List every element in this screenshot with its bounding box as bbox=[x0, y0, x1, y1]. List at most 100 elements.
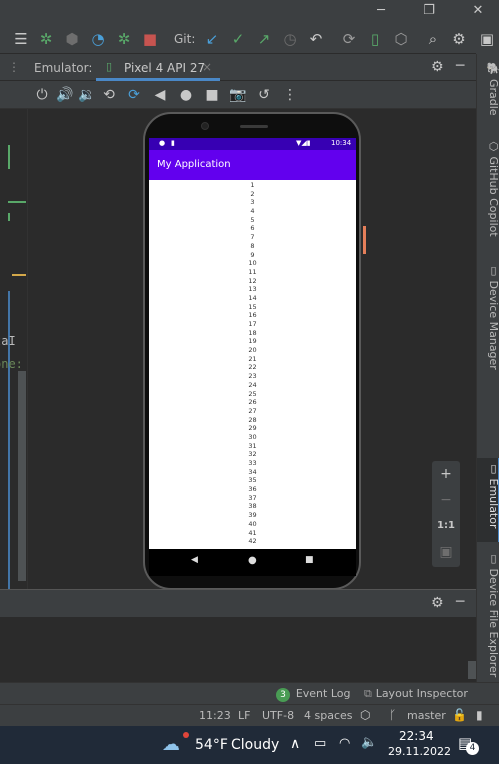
line-separator[interactable]: LF bbox=[238, 709, 250, 722]
sd-card-icon: ▮ bbox=[171, 139, 175, 147]
structure-icon[interactable]: ☰ bbox=[10, 28, 32, 50]
settings-icon[interactable]: ⚙ bbox=[448, 28, 470, 50]
tab-device-manager[interactable]: ▯ Device Manager bbox=[477, 260, 499, 370]
list-item: 13 bbox=[248, 285, 257, 294]
search-icon[interactable]: ⌕ bbox=[422, 28, 444, 50]
list-item: 7 bbox=[250, 233, 255, 242]
rotate-right-icon[interactable]: ⟳ bbox=[124, 85, 144, 105]
tab-emulator[interactable]: ▯ Emulator bbox=[477, 458, 499, 542]
list-item: 26 bbox=[248, 398, 257, 407]
nav-back-icon[interactable]: ◀ bbox=[191, 555, 198, 565]
list-item: 15 bbox=[248, 302, 257, 311]
zoom-1-1-button[interactable]: 1:1 bbox=[432, 513, 460, 539]
nav-recents-icon[interactable]: ■ bbox=[305, 555, 314, 565]
clock-date[interactable]: 29.11.2022 bbox=[388, 745, 451, 758]
overview-icon[interactable]: ■ bbox=[202, 85, 222, 105]
more-icon[interactable]: ⋮ bbox=[280, 85, 300, 105]
scrollbar[interactable] bbox=[468, 661, 476, 679]
list-item: 42 bbox=[248, 537, 257, 546]
rotate-left-icon[interactable]: ⟲ bbox=[99, 85, 119, 105]
git-branch[interactable]: master bbox=[407, 709, 446, 722]
lock-icon[interactable]: 🔓 bbox=[452, 708, 467, 722]
android-status-bar: ● ▮ ▼◢▮ 10:34 bbox=[149, 138, 356, 150]
memory-indicator-icon[interactable]: ▮ bbox=[476, 708, 483, 722]
git-push-icon[interactable]: ↗ bbox=[253, 28, 275, 50]
hide-panel-icon[interactable]: ─ bbox=[456, 594, 464, 610]
nav-home-icon[interactable]: ● bbox=[248, 555, 257, 566]
home-icon[interactable]: ● bbox=[176, 85, 196, 105]
list-item: 11 bbox=[248, 267, 257, 276]
tab-device-file-explorer[interactable]: ▯ Device File Explorer bbox=[477, 548, 499, 678]
tab-github-copilot[interactable]: ⬡ GitHub Copilot bbox=[477, 136, 499, 254]
windows-taskbar: ☁ 54°F Cloudy ∧ ▭ ◠ 🔈 22:34 29.11.2022 ▤… bbox=[0, 726, 499, 764]
notification-center-icon[interactable]: ▤ 4 bbox=[458, 734, 479, 755]
snapshot-icon[interactable]: ↺ bbox=[254, 85, 274, 105]
git-history-icon[interactable]: ◷ bbox=[279, 28, 301, 50]
power-button bbox=[363, 226, 366, 254]
sync-gradle-icon[interactable]: ⟳ bbox=[338, 28, 360, 50]
tool-window-bar: 3 Event Log ⧉ Layout Inspector bbox=[0, 682, 499, 704]
drag-handle-icon[interactable]: ⋮ bbox=[8, 60, 20, 74]
hide-panel-icon[interactable]: ─ bbox=[456, 58, 464, 74]
gear-icon[interactable]: ⚙ bbox=[431, 59, 444, 75]
list-item: 36 bbox=[248, 485, 257, 494]
code-fragment: one: bbox=[0, 357, 23, 371]
list-item: 32 bbox=[248, 450, 257, 459]
back-icon[interactable]: ◀ bbox=[150, 85, 170, 105]
apply-changes-icon[interactable]: ✲ bbox=[113, 28, 135, 50]
weather-desc[interactable]: Cloudy bbox=[231, 737, 279, 753]
list-item: 3 bbox=[250, 198, 255, 207]
avatar-icon[interactable]: ▣ bbox=[476, 28, 498, 50]
layout-inspector-button[interactable]: ⧉ Layout Inspector bbox=[364, 686, 468, 701]
list-item: 30 bbox=[248, 432, 257, 441]
list-item: 19 bbox=[248, 337, 257, 346]
gear-icon[interactable]: ⚙ bbox=[431, 595, 444, 611]
profiler-icon[interactable]: ◔ bbox=[87, 28, 109, 50]
volume-up-icon[interactable]: 🔊 bbox=[55, 85, 75, 105]
file-encoding[interactable]: UTF-8 bbox=[262, 709, 294, 722]
emulator-label: Emulator: bbox=[34, 61, 93, 75]
zoom-out-button[interactable]: − bbox=[432, 487, 460, 513]
git-rollback-icon[interactable]: ↶ bbox=[305, 28, 327, 50]
stop-icon[interactable]: ■ bbox=[139, 28, 161, 50]
chevron-up-icon[interactable]: ∧ bbox=[290, 736, 300, 752]
screenshot-icon[interactable]: 📷 bbox=[228, 85, 248, 105]
notification-count: 4 bbox=[466, 742, 479, 755]
event-log-button[interactable]: 3 Event Log bbox=[276, 686, 350, 702]
app-bar: My Application bbox=[149, 150, 356, 180]
list-item: 18 bbox=[248, 328, 257, 337]
fit-screen-icon[interactable]: ▣ bbox=[432, 539, 460, 565]
restore-icon[interactable]: ❐ bbox=[414, 0, 444, 24]
device-manager-tab-icon: ▯ bbox=[487, 264, 499, 281]
caret-position[interactable]: 11:23 bbox=[199, 709, 231, 722]
list-item: 41 bbox=[248, 528, 257, 537]
tab-gradle[interactable]: 🐘 Gradle bbox=[477, 58, 499, 128]
debug-icon[interactable]: ✲ bbox=[35, 28, 57, 50]
number-list[interactable]: 1 2 3 4 5 6 7 8 9 10 11 12 13 14 15 16 17 18 19 20 21 22 23 24 2… bbox=[149, 181, 356, 549]
battery-icon[interactable]: ▭ bbox=[314, 736, 326, 751]
volume-icon[interactable]: 🔈 bbox=[361, 735, 377, 750]
volume-down-icon[interactable]: 🔉 bbox=[77, 85, 97, 105]
list-item: 12 bbox=[248, 276, 257, 285]
close-tab-icon[interactable]: × bbox=[202, 60, 212, 74]
layout-inspector-label: Layout Inspector bbox=[375, 687, 468, 700]
tab-pixel-4[interactable]: ▯ Pixel 4 API 27 × bbox=[96, 54, 220, 81]
git-commit-icon[interactable]: ✓ bbox=[227, 28, 249, 50]
status-time: 10:34 bbox=[331, 139, 352, 147]
weather-temp[interactable]: 54°F bbox=[195, 737, 228, 753]
clock-time[interactable]: 22:34 bbox=[399, 729, 434, 743]
sdk-manager-icon[interactable]: ⬡ bbox=[390, 28, 412, 50]
weather-alert-dot bbox=[183, 732, 189, 738]
attach-debugger-icon[interactable]: ⬢ bbox=[61, 28, 83, 50]
indent-setting[interactable]: 4 spaces bbox=[304, 709, 353, 722]
zoom-in-button[interactable]: + bbox=[432, 461, 460, 487]
close-icon[interactable]: ✕ bbox=[463, 0, 493, 24]
git-update-icon[interactable]: ↙ bbox=[201, 28, 223, 50]
copilot-status-icon[interactable]: ⬡ bbox=[360, 708, 370, 722]
device-manager-icon[interactable]: ▯ bbox=[364, 28, 386, 50]
cloud-icon[interactable]: ☁ bbox=[162, 734, 180, 755]
wifi-icon[interactable]: ◠ bbox=[339, 736, 350, 751]
layout-inspector-icon: ⧉ bbox=[364, 687, 372, 700]
power-icon[interactable]: ⏻ bbox=[32, 85, 52, 105]
minimize-icon[interactable]: ─ bbox=[366, 0, 396, 24]
